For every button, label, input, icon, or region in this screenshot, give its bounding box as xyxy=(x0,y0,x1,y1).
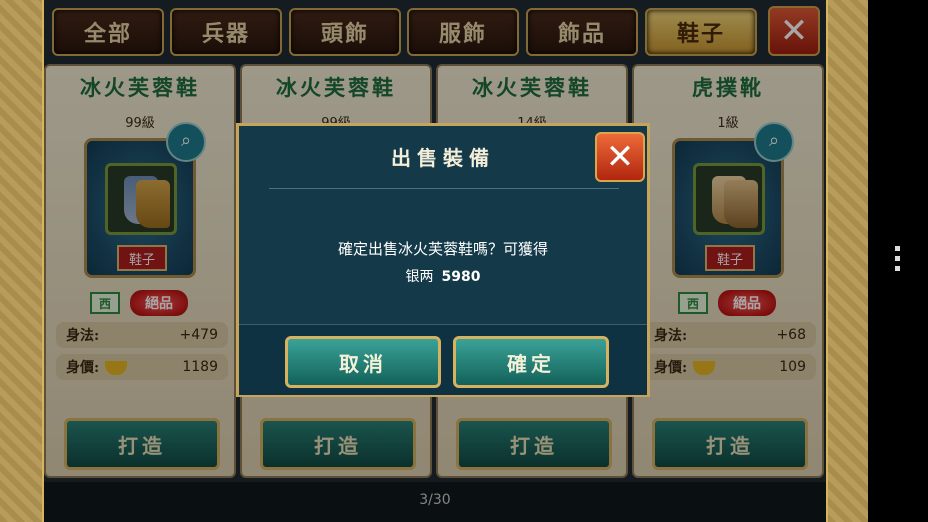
amount-value: 5980 xyxy=(441,269,481,285)
confirm-button[interactable]: 確定 xyxy=(453,336,609,388)
dialog-close-button[interactable]: ✕ xyxy=(595,132,645,182)
dialog-title: 出售裝備 xyxy=(391,146,495,170)
cancel-button[interactable]: 取消 xyxy=(285,336,441,388)
divider xyxy=(269,188,619,189)
sell-equipment-dialog: 出售裝備 ✕ 確定出售冰火芙蓉鞋嗎？可獲得 银两 5980 取消 確定 xyxy=(236,123,650,397)
currency-label: 银两 xyxy=(405,269,434,285)
background-border-left xyxy=(0,0,42,522)
close-icon: ✕ xyxy=(605,137,635,177)
sell-amount: 银两 5980 xyxy=(239,266,647,286)
dialog-message: 確定出售冰火芙蓉鞋嗎？可獲得 xyxy=(337,240,548,258)
background-border-right xyxy=(828,0,868,522)
overflow-menu-icon[interactable] xyxy=(895,246,901,276)
